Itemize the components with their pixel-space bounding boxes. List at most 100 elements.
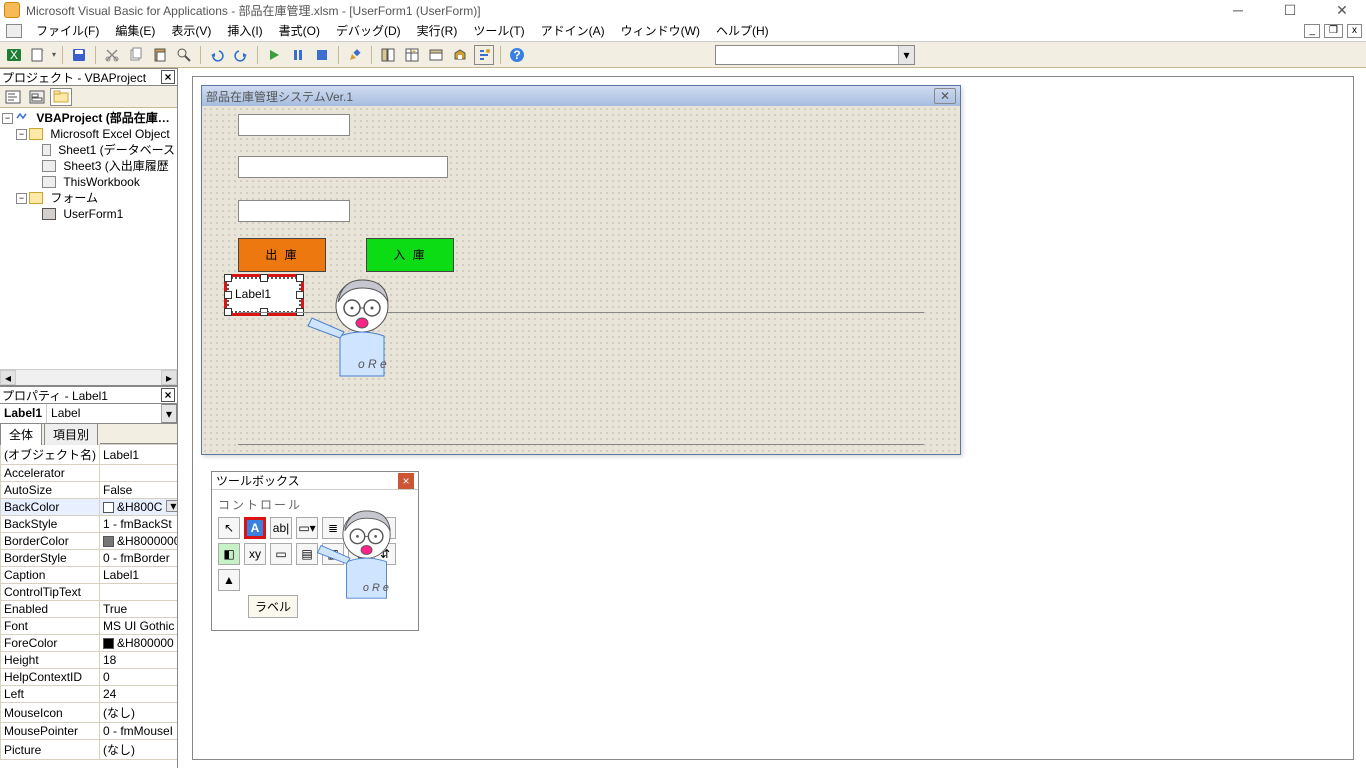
- toolbox-close-icon[interactable]: ×: [398, 473, 414, 489]
- project-explorer-icon[interactable]: [378, 45, 398, 65]
- property-value[interactable]: Label1: [100, 445, 178, 465]
- tool-frame-icon[interactable]: xy: [244, 543, 266, 565]
- property-value[interactable]: (なし): [100, 740, 178, 760]
- property-value[interactable]: [100, 465, 178, 482]
- userform-titlebar[interactable]: 部品在庫管理システムVer.1 ✕: [202, 86, 960, 106]
- properties-icon[interactable]: [402, 45, 422, 65]
- tree-collapse-icon[interactable]: −: [16, 129, 27, 140]
- property-value[interactable]: 18: [100, 652, 178, 669]
- property-row[interactable]: BorderColor&H8000000: [1, 533, 178, 550]
- object-browser-icon[interactable]: [426, 45, 446, 65]
- property-row[interactable]: Picture(なし): [1, 740, 178, 760]
- property-value[interactable]: &H800C▾: [100, 499, 178, 516]
- view-code-icon[interactable]: [2, 88, 24, 106]
- menu-debug[interactable]: デバッグ(D): [328, 20, 409, 41]
- property-row[interactable]: Height18: [1, 652, 178, 669]
- property-value[interactable]: 0: [100, 669, 178, 686]
- properties-grid[interactable]: (オブジェクト名)Label1AcceleratorAutoSizeFalseB…: [0, 444, 177, 768]
- property-value[interactable]: &H8000000: [100, 533, 178, 550]
- tree-userform1[interactable]: UserForm1: [63, 206, 123, 222]
- reset-icon[interactable]: [312, 45, 332, 65]
- chevron-down-icon[interactable]: ▾: [898, 46, 914, 64]
- system-menu-icon[interactable]: [6, 24, 22, 38]
- project-tree[interactable]: − VBAProject (部品在庫… − Microsoft Excel Ob…: [0, 108, 177, 386]
- property-value[interactable]: 1 - fmBackSt: [100, 516, 178, 533]
- tree-scrollbar[interactable]: ◂ ▸: [0, 369, 177, 385]
- view-excel-icon[interactable]: X: [4, 45, 24, 65]
- property-row[interactable]: ControlTipText: [1, 584, 178, 601]
- menu-help[interactable]: ヘルプ(H): [708, 20, 777, 41]
- userform-window[interactable]: 部品在庫管理システムVer.1 ✕ 出 庫 入 庫 Label1: [201, 85, 961, 455]
- menu-format[interactable]: 書式(O): [271, 20, 328, 41]
- break-icon[interactable]: [288, 45, 308, 65]
- tool-commandbutton-icon[interactable]: ▭: [270, 543, 292, 565]
- userform-close-icon[interactable]: ✕: [934, 88, 956, 104]
- tree-sheet1[interactable]: Sheet1 (データベース: [58, 142, 175, 158]
- property-value[interactable]: False: [100, 482, 178, 499]
- run-icon[interactable]: [264, 45, 284, 65]
- label-control-selected[interactable]: Label1: [224, 274, 304, 316]
- mdi-close-icon[interactable]: x: [1347, 24, 1362, 38]
- find-icon[interactable]: [174, 45, 194, 65]
- tool-label-icon[interactable]: A: [244, 517, 266, 539]
- textbox-control[interactable]: [238, 200, 350, 222]
- procedure-combo[interactable]: ▾: [715, 45, 915, 65]
- help-icon[interactable]: ?: [507, 45, 527, 65]
- property-row[interactable]: ForeColor&H800000: [1, 635, 178, 652]
- property-row[interactable]: BackColor&H800C▾: [1, 499, 178, 516]
- tool-image-icon[interactable]: ▲: [218, 569, 240, 591]
- form-designer[interactable]: 部品在庫管理システムVer.1 ✕ 出 庫 入 庫 Label1: [192, 76, 1354, 760]
- property-value[interactable]: 0 - fmMouseI: [100, 723, 178, 740]
- tree-root[interactable]: VBAProject (部品在庫…: [36, 110, 169, 126]
- close-button[interactable]: ✕: [1322, 2, 1362, 19]
- textbox-control[interactable]: [238, 156, 448, 178]
- tool-textbox-icon[interactable]: ab|: [270, 517, 292, 539]
- cut-icon[interactable]: [102, 45, 122, 65]
- property-row[interactable]: Accelerator: [1, 465, 178, 482]
- tree-objects-folder[interactable]: Microsoft Excel Object: [50, 126, 169, 142]
- design-mode-icon[interactable]: [345, 45, 365, 65]
- property-row[interactable]: FontMS UI Gothic: [1, 618, 178, 635]
- menu-addins[interactable]: アドイン(A): [533, 20, 613, 41]
- scroll-right-icon[interactable]: ▸: [161, 370, 177, 385]
- property-row[interactable]: HelpContextID0: [1, 669, 178, 686]
- toolbox-window[interactable]: ツールボックス × コントロール ↖ A ab| ▭▾ ≣ ☑ ◉ ◧ xy: [211, 471, 419, 631]
- scroll-left-icon[interactable]: ◂: [0, 370, 16, 385]
- property-row[interactable]: BackStyle1 - fmBackSt: [1, 516, 178, 533]
- redo-icon[interactable]: [231, 45, 251, 65]
- properties-tab-category[interactable]: 項目別: [44, 423, 98, 445]
- tree-collapse-icon[interactable]: −: [16, 193, 27, 204]
- properties-object-selector[interactable]: Label1 Label ▾: [0, 404, 177, 424]
- copy-icon[interactable]: [126, 45, 146, 65]
- property-row[interactable]: MousePointer0 - fmMouseI: [1, 723, 178, 740]
- menu-run[interactable]: 実行(R): [409, 20, 466, 41]
- chevron-down-icon[interactable]: ▾: [166, 500, 177, 512]
- tree-sheet3[interactable]: Sheet3 (入出庫履歴: [63, 158, 168, 174]
- menu-file[interactable]: ファイル(F): [28, 20, 107, 41]
- view-object-icon[interactable]: [26, 88, 48, 106]
- property-row[interactable]: Left24: [1, 686, 178, 703]
- properties-tab-all[interactable]: 全体: [0, 423, 42, 445]
- insert-module-icon[interactable]: [28, 45, 48, 65]
- toggle-folders-icon[interactable]: [50, 88, 72, 106]
- property-row[interactable]: BorderStyle0 - fmBorder: [1, 550, 178, 567]
- undo-icon[interactable]: [207, 45, 227, 65]
- textbox-control[interactable]: [238, 114, 350, 136]
- property-value[interactable]: MS UI Gothic: [100, 618, 178, 635]
- tree-collapse-icon[interactable]: −: [2, 113, 13, 124]
- property-value[interactable]: 0 - fmBorder: [100, 550, 178, 567]
- in-button[interactable]: 入 庫: [366, 238, 454, 272]
- project-panel-close-icon[interactable]: ×: [161, 70, 175, 84]
- dropdown-arrow-icon[interactable]: ▾: [52, 50, 56, 59]
- toolbox-icon[interactable]: [450, 45, 470, 65]
- property-value[interactable]: [100, 584, 178, 601]
- property-row[interactable]: AutoSizeFalse: [1, 482, 178, 499]
- minimize-button[interactable]: ─: [1218, 2, 1258, 19]
- menu-window[interactable]: ウィンドウ(W): [613, 20, 708, 41]
- tool-togglebutton-icon[interactable]: ◧: [218, 543, 240, 565]
- save-icon[interactable]: [69, 45, 89, 65]
- mdi-minimize-icon[interactable]: _: [1304, 24, 1320, 38]
- property-value[interactable]: (なし): [100, 703, 178, 723]
- property-value[interactable]: Label1: [100, 567, 178, 584]
- property-value[interactable]: &H800000: [100, 635, 178, 652]
